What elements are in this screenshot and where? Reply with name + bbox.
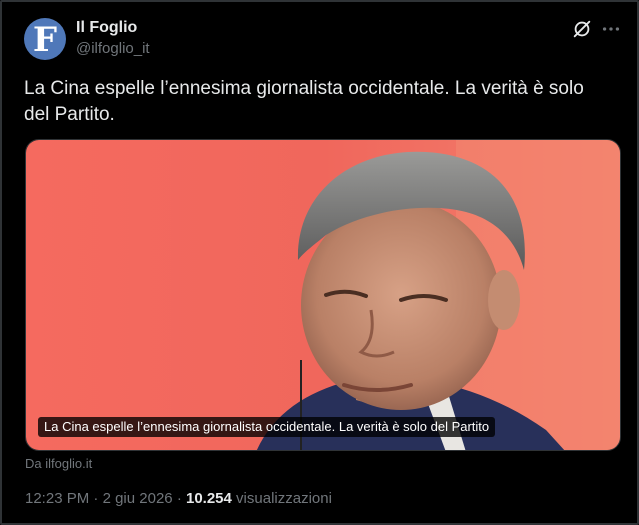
- grok-icon[interactable]: [571, 18, 593, 40]
- tweet-time[interactable]: 12:23 PM: [25, 490, 89, 507]
- more-icon[interactable]: [600, 18, 622, 40]
- views-count: 10.254: [185, 490, 232, 507]
- article-photo: [26, 140, 620, 450]
- tweet-text: La Cina espelle l’ennesima giornalista o…: [24, 78, 584, 125]
- author-handle[interactable]: @ilfoglio_it: [76, 40, 150, 57]
- tweet-card: F Il Foglio @ilfoglio_it La Cina espelle…: [0, 0, 639, 525]
- avatar[interactable]: F: [24, 18, 66, 60]
- author-display-name[interactable]: Il Foglio: [76, 19, 137, 37]
- tweet-date[interactable]: 2 giu 2026: [103, 490, 173, 507]
- meta-separator: ·: [176, 490, 182, 507]
- link-source[interactable]: Da ilfoglio.it: [25, 456, 92, 471]
- views-label: visualizzazioni: [236, 490, 332, 507]
- media-caption: La Cina espelle l’ennesima giornalista o…: [38, 417, 496, 437]
- media-card[interactable]: La Cina espelle l’ennesima giornalista o…: [25, 139, 621, 451]
- avatar-logo: F: [32, 19, 58, 60]
- meta-separator: ·: [93, 490, 99, 507]
- tweet-meta: 12:23 PM · 2 giu 2026 · 10.254 visualizz…: [25, 490, 332, 507]
